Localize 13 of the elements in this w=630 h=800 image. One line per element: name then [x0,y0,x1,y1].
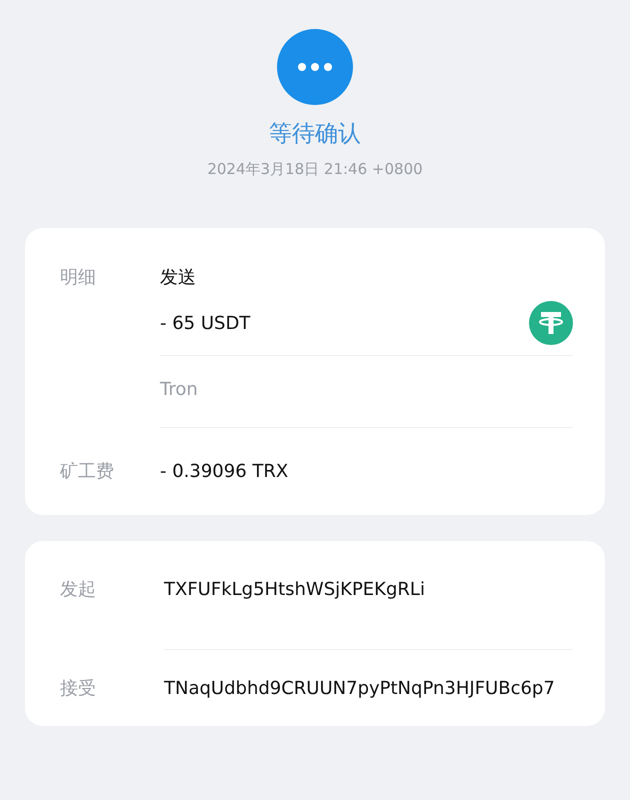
wallet-address: TNaqUdbhd9CRUUN7pyPtNqPn3HJFUBc6p7 [164,677,556,701]
transaction-time: 2024年3月18日 21:46 +0800 [207,158,423,180]
tether-token-icon [529,301,573,345]
fee-label: 矿工费 [60,460,115,484]
fee-value: - 0.39096 TRX [160,460,288,484]
address-label: 接受 [60,677,97,701]
wallet-address: TXFUFkLg5HtshWSjKPEKgRLi [164,578,426,602]
amount-text: - 65 USDT [160,312,250,336]
detail-label: 明细 [60,266,97,290]
transaction-type: 发送 [160,266,196,290]
address-label: 发起 [60,578,97,602]
status-title: 等待确认 [269,120,361,149]
network-name: Tron [160,378,198,402]
